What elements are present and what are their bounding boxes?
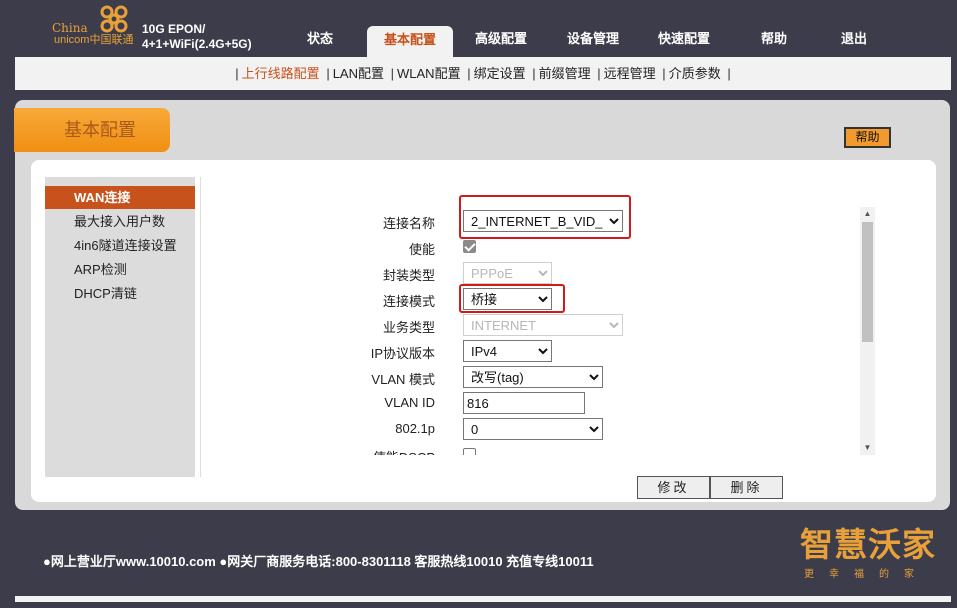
sub-nav-separator: | [235, 66, 239, 81]
sub-nav-separator: | [467, 66, 471, 81]
section-title-tab: 基本配置 [14, 108, 170, 152]
modify-button[interactable]: 修改 [637, 476, 710, 499]
row-vlan-mode: VLAN 模式 改写(tag) [205, 365, 855, 389]
sub-nav-separator: | [326, 66, 330, 81]
row-dot1p: 802.1p 0 [205, 417, 855, 441]
nav-basic-config[interactable]: 基本配置 [367, 26, 453, 57]
scroll-down-icon[interactable]: ▼ [860, 441, 875, 455]
sub-nav-separator: | [727, 66, 731, 81]
subnav-media-params[interactable]: 介质参数 [669, 66, 721, 81]
smart-wojia-logo: 智慧沃家 更幸福的家 [800, 518, 940, 580]
subnav-remote-management[interactable]: 远程管理 [604, 66, 656, 81]
logo-text-unicom: unicom中国联通 [54, 34, 134, 46]
dot1p-select[interactable]: 0 [463, 418, 603, 440]
side-menu: WAN连接 最大接入用户数 4in6隧道连接设置 ARP检测 DHCP清链 [45, 177, 195, 477]
highlight-connection-name [459, 195, 631, 239]
service-type-ctl: INTERNET [463, 314, 623, 336]
side-divider [200, 177, 201, 477]
form-scrollbar[interactable]: ▲ ▼ [860, 207, 875, 455]
product-line-1: 10G EPON/ [142, 22, 206, 36]
footer-info: ●网上营业厅www.10010.com ●网关厂商服务电话:800-830111… [43, 554, 594, 569]
dot1p-label: 802.1p [395, 421, 435, 436]
vlan-mode-label: VLAN 模式 [371, 372, 435, 387]
encap-type-ctl: PPPoE [463, 262, 552, 284]
sub-nav-separator: | [597, 66, 601, 81]
row-encap-type: 封装类型 PPPoE [205, 261, 855, 285]
dot1p-ctl: 0 [463, 418, 603, 440]
vlan-id-input[interactable] [463, 392, 585, 414]
row-dscp: 使能DSCP [205, 443, 855, 455]
brand-main-text: 智慧沃家 [800, 525, 936, 564]
subnav-uplink-config[interactable]: 上行线路配置 [242, 66, 320, 81]
bottom-bar [15, 596, 951, 602]
encap-type-select[interactable]: PPPoE [463, 262, 552, 284]
sub-nav-separator: | [532, 66, 536, 81]
sub-nav-separator: | [662, 66, 666, 81]
ip-version-select[interactable]: IPv4 [463, 340, 552, 362]
service-type-select[interactable]: INTERNET [463, 314, 623, 336]
scroll-up-icon[interactable]: ▲ [860, 207, 875, 221]
sub-nav: | 上行线路配置 | LAN配置 | WLAN配置 | 绑定设置 | 前缀管理 | 远程管理… [15, 57, 951, 90]
dscp-label: 使能DSCP [373, 447, 435, 455]
vlan-id-ctl [463, 392, 585, 414]
row-ip-version: IP协议版本 IPv4 [205, 339, 855, 363]
enable-checkbox[interactable] [463, 240, 476, 253]
side-item-wan-connection[interactable]: WAN连接 [45, 186, 195, 209]
logo-text-china: China [52, 21, 88, 35]
vlan-id-label: VLAN ID [384, 395, 435, 410]
vlan-mode-ctl: 改写(tag) [463, 366, 603, 388]
product-line-2: 4+1+WiFi(2.4G+5G) [142, 37, 252, 51]
sub-nav-separator: | [390, 66, 395, 81]
unicom-knot-icon [100, 5, 128, 33]
side-item-dhcp-clear[interactable]: DHCP清链 [45, 282, 195, 305]
subnav-binding-settings[interactable]: 绑定设置 [474, 66, 526, 81]
dscp-ctl [463, 444, 476, 455]
connection-name-label: 连接名称 [382, 216, 435, 231]
nav-status[interactable]: 状态 [285, 24, 355, 57]
product-name: 10G EPON/ 4+1+WiFi(2.4G+5G) [142, 22, 252, 52]
dscp-checkbox[interactable] [463, 448, 476, 455]
service-type-label: 业务类型 [382, 320, 435, 335]
ip-version-ctl: IPv4 [463, 340, 552, 362]
china-unicom-logo: China unicom中国联通 [52, 4, 140, 52]
help-button[interactable]: 帮助 [844, 127, 891, 148]
nav-logout[interactable]: 退出 [832, 24, 876, 57]
nav-advanced-config[interactable]: 高级配置 [465, 24, 537, 57]
ip-version-label: IP协议版本 [370, 346, 435, 361]
enable-ctl [463, 236, 476, 256]
nav-help[interactable]: 帮助 [752, 24, 796, 57]
side-item-max-users[interactable]: 最大接入用户数 [45, 210, 195, 233]
subnav-prefix-management[interactable]: 前缀管理 [539, 66, 591, 81]
row-service-type: 业务类型 INTERNET [205, 313, 855, 337]
conn-mode-label: 连接模式 [382, 294, 435, 309]
brand-slogan: 更幸福的家 [804, 569, 929, 580]
vlan-mode-select[interactable]: 改写(tag) [463, 366, 603, 388]
scroll-thumb[interactable] [862, 222, 873, 342]
encap-type-label: 封装类型 [382, 268, 435, 283]
nav-device-management[interactable]: 设备管理 [557, 24, 629, 57]
highlight-conn-mode [459, 284, 565, 313]
subnav-lan-config[interactable]: LAN配置 [333, 66, 384, 81]
enable-label: 使能 [408, 242, 435, 257]
header: China unicom中国联通 10G EPON/ 4+1+WiFi(2.4G… [0, 0, 957, 57]
side-item-4in6-tunnel[interactable]: 4in6隧道连接设置 [45, 234, 195, 257]
delete-button[interactable]: 删除 [710, 476, 783, 499]
subnav-wlan-config[interactable]: WLAN配置 [397, 66, 461, 81]
nav-quick-config[interactable]: 快速配置 [648, 24, 720, 57]
side-item-arp-detection[interactable]: ARP检测 [45, 258, 195, 281]
wan-form: 连接名称 2_INTERNET_B_VID_816 使能 封装类型 PPPoE … [205, 205, 875, 455]
row-vlan-id: VLAN ID [205, 391, 855, 415]
